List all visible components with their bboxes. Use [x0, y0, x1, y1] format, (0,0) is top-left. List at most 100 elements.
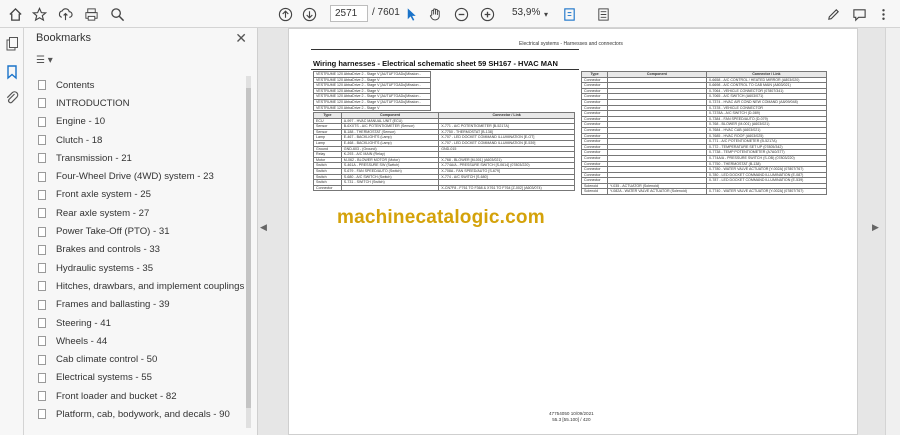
left-rail	[0, 28, 24, 435]
table-cell: Solenoid	[580, 188, 609, 196]
bookmark-item[interactable]: Hydraulic systems - 35	[38, 259, 252, 277]
table-row: Lamp E-468 - BACKLIGHTS (Lamp) X-707 - LED…	[313, 140, 575, 147]
bookmark-item[interactable]: Clutch - 18	[38, 131, 252, 149]
print-icon[interactable]	[84, 4, 99, 24]
bookmark-item[interactable]: Steering - 41	[38, 314, 252, 332]
bookmark-list: Contents INTRODUCTION Engine - 10 Clutch - …	[38, 76, 252, 428]
collapse-panel-arrow[interactable]: ◀	[260, 222, 267, 233]
bookmark-item[interactable]: Brakes and controls - 33	[38, 241, 252, 259]
bookmark-label: Four-Wheel Drive (4WD) system - 23	[56, 171, 214, 183]
page-header: Electrical systems - Harnesses and conne…	[519, 41, 623, 47]
table-cell: VESTRUME 120 AbbaDrive 2 - Stage V [AUTU…	[313, 99, 431, 106]
bookmark-icon	[38, 171, 46, 182]
zoom-level[interactable]: 53,9%	[512, 7, 540, 18]
bookmark-item[interactable]: Platform, cab, bodywork, and decals - 90	[38, 405, 252, 423]
bookmark-icon[interactable]	[4, 64, 20, 80]
home-icon[interactable]	[8, 4, 23, 24]
bookmark-item[interactable]: Wheels - 44	[38, 332, 252, 350]
table-cell: VESTRUME 120 AbbaDrive 2 - Stage V [AUTU…	[313, 93, 431, 100]
bookmark-label: Steering - 41	[56, 317, 111, 329]
watermark: machinecatalogic.com	[337, 207, 545, 228]
bookmark-item[interactable]: Electrical systems - 55	[38, 369, 252, 387]
scroll-mode-icon[interactable]	[596, 4, 611, 24]
bookmark-label: Platform, cab, bodywork, and decals - 90	[56, 408, 230, 420]
bookmark-label: Hydraulic systems - 35	[56, 262, 154, 274]
page-total: / 7601	[372, 7, 400, 18]
bookmark-item[interactable]: Front loader and bucket - 82	[38, 387, 252, 405]
bookmark-item[interactable]: Engine - 10	[38, 113, 252, 131]
bookmark-icon	[38, 391, 46, 402]
header-rule	[311, 49, 579, 50]
scrollbar-thumb[interactable]	[246, 88, 251, 408]
bookmark-icon	[38, 116, 46, 127]
bookmark-item[interactable]: Hitches, drawbars, and implement couplin…	[38, 277, 252, 295]
table-cell: VESTRUME 120 AbbaDrive 2 - Stage V [AUTU…	[313, 82, 431, 89]
table-cell: VESTRUME 120 AbbaDrive 2 - Stage V [AUTU…	[313, 71, 431, 78]
bookmark-label: Electrical systems - 55	[56, 372, 152, 384]
bookmark-item[interactable]: Power Take-Off (PTO) - 31	[38, 222, 252, 240]
page-up-icon[interactable]	[278, 4, 293, 24]
bookmark-label: Power Take-Off (PTO) - 31	[56, 226, 170, 238]
bookmark-options-menu[interactable]: ☰ ▾	[36, 55, 66, 69]
comment-icon[interactable]	[852, 4, 867, 24]
attachment-icon[interactable]	[4, 90, 20, 106]
zoom-out-icon[interactable]	[454, 4, 469, 24]
hand-icon[interactable]	[428, 4, 443, 24]
bookmark-item[interactable]: Frames and ballasting - 39	[38, 296, 252, 314]
toolbar: 2571 / 7601 53,9% ▾	[0, 0, 900, 28]
table-cell: Connector	[313, 184, 342, 192]
search-icon[interactable]	[110, 4, 125, 24]
upload-icon[interactable]	[58, 4, 73, 24]
fit-page-icon[interactable]	[562, 4, 577, 24]
page-down-icon[interactable]	[302, 4, 317, 24]
bookmark-icon	[38, 80, 46, 91]
bookmark-item[interactable]: INTRODUCTION	[38, 94, 252, 112]
bookmark-icon	[38, 263, 46, 274]
bookmarks-panel: Bookmarks ✕ ☰ ▾ Contents INTRODUCTION Engi…	[24, 28, 258, 435]
bookmark-icon	[38, 98, 46, 109]
bookmark-icon	[38, 336, 46, 347]
table-row: Solenoid Y-082A - WATER VALVE ACTUATOR (S…	[580, 188, 828, 196]
bookmark-label: Wheels - 44	[56, 335, 108, 347]
model-table: VESTRUME 120 AbbaDrive 2 - Stage V [AUTU…	[313, 71, 431, 112]
select-icon[interactable]	[404, 4, 419, 24]
document-viewport[interactable]: Electrical systems - Harnesses and conne…	[268, 28, 885, 435]
bookmark-label: Cab climate control - 50	[56, 354, 158, 366]
table-cell: Y-082A - WATER VALVE ACTUATOR (Solenoid)	[607, 188, 707, 196]
zoom-in-icon[interactable]	[480, 4, 495, 24]
bookmark-icon	[38, 244, 46, 255]
bookmark-label: Contents	[56, 79, 95, 91]
table-cell	[340, 184, 440, 192]
table-row: VESTRUME 120 AbbaDrive 2 - Stage V [AUTU…	[313, 93, 431, 100]
star-icon[interactable]	[32, 4, 47, 24]
more-icon[interactable]	[876, 4, 891, 24]
bookmark-icon	[38, 281, 46, 292]
panel-title: Bookmarks	[36, 32, 92, 44]
bookmark-item[interactable]: Contents	[38, 76, 252, 94]
bookmark-icon	[38, 135, 46, 146]
expand-right-arrow[interactable]: ▶	[872, 222, 879, 233]
bookmark-icon	[38, 372, 46, 383]
table-cell: X-CN7F8 - F761 TO F368 & X761 TO F764 [Z…	[438, 184, 575, 192]
zoom-menu-icon[interactable]: ▾	[544, 4, 548, 24]
bookmark-label: Frames and ballasting - 39	[56, 299, 170, 311]
bookmark-item[interactable]: Four-Wheel Drive (4WD) system - 23	[38, 167, 252, 185]
pen-icon[interactable]	[826, 4, 841, 24]
bookmark-label: Clutch - 18	[56, 134, 103, 146]
close-icon[interactable]: ✕	[235, 30, 247, 47]
table-row: VESTRUME 120 AbbaDrive 2 - Stage V [AUTU…	[313, 82, 431, 89]
bookmark-item[interactable]: Front axle system - 25	[38, 186, 252, 204]
document-title: Wiring harnesses - Electrical schematic …	[313, 59, 558, 68]
bookmark-item[interactable]: Rear axle system - 27	[38, 204, 252, 222]
pages-icon[interactable]	[4, 36, 20, 52]
bookmark-item[interactable]: Transmission - 21	[38, 149, 252, 167]
bookmark-label: Hitches, drawbars, and implement couplin…	[56, 280, 252, 292]
table-cell: X-7740 - WATER VALVE ACTUATOR [Y-002A] (…	[705, 188, 828, 196]
title-rule	[311, 69, 579, 70]
bookmark-item[interactable]: Cab climate control - 50	[38, 350, 252, 368]
page-number-input[interactable]: 2571	[330, 5, 368, 22]
bookmark-icon	[38, 354, 46, 365]
table-cell: VESTRUME 120 AbbaDrive 2 - Stage V	[313, 104, 431, 112]
bookmark-label: Rear axle system - 27	[56, 207, 150, 219]
right-rail	[885, 28, 900, 435]
